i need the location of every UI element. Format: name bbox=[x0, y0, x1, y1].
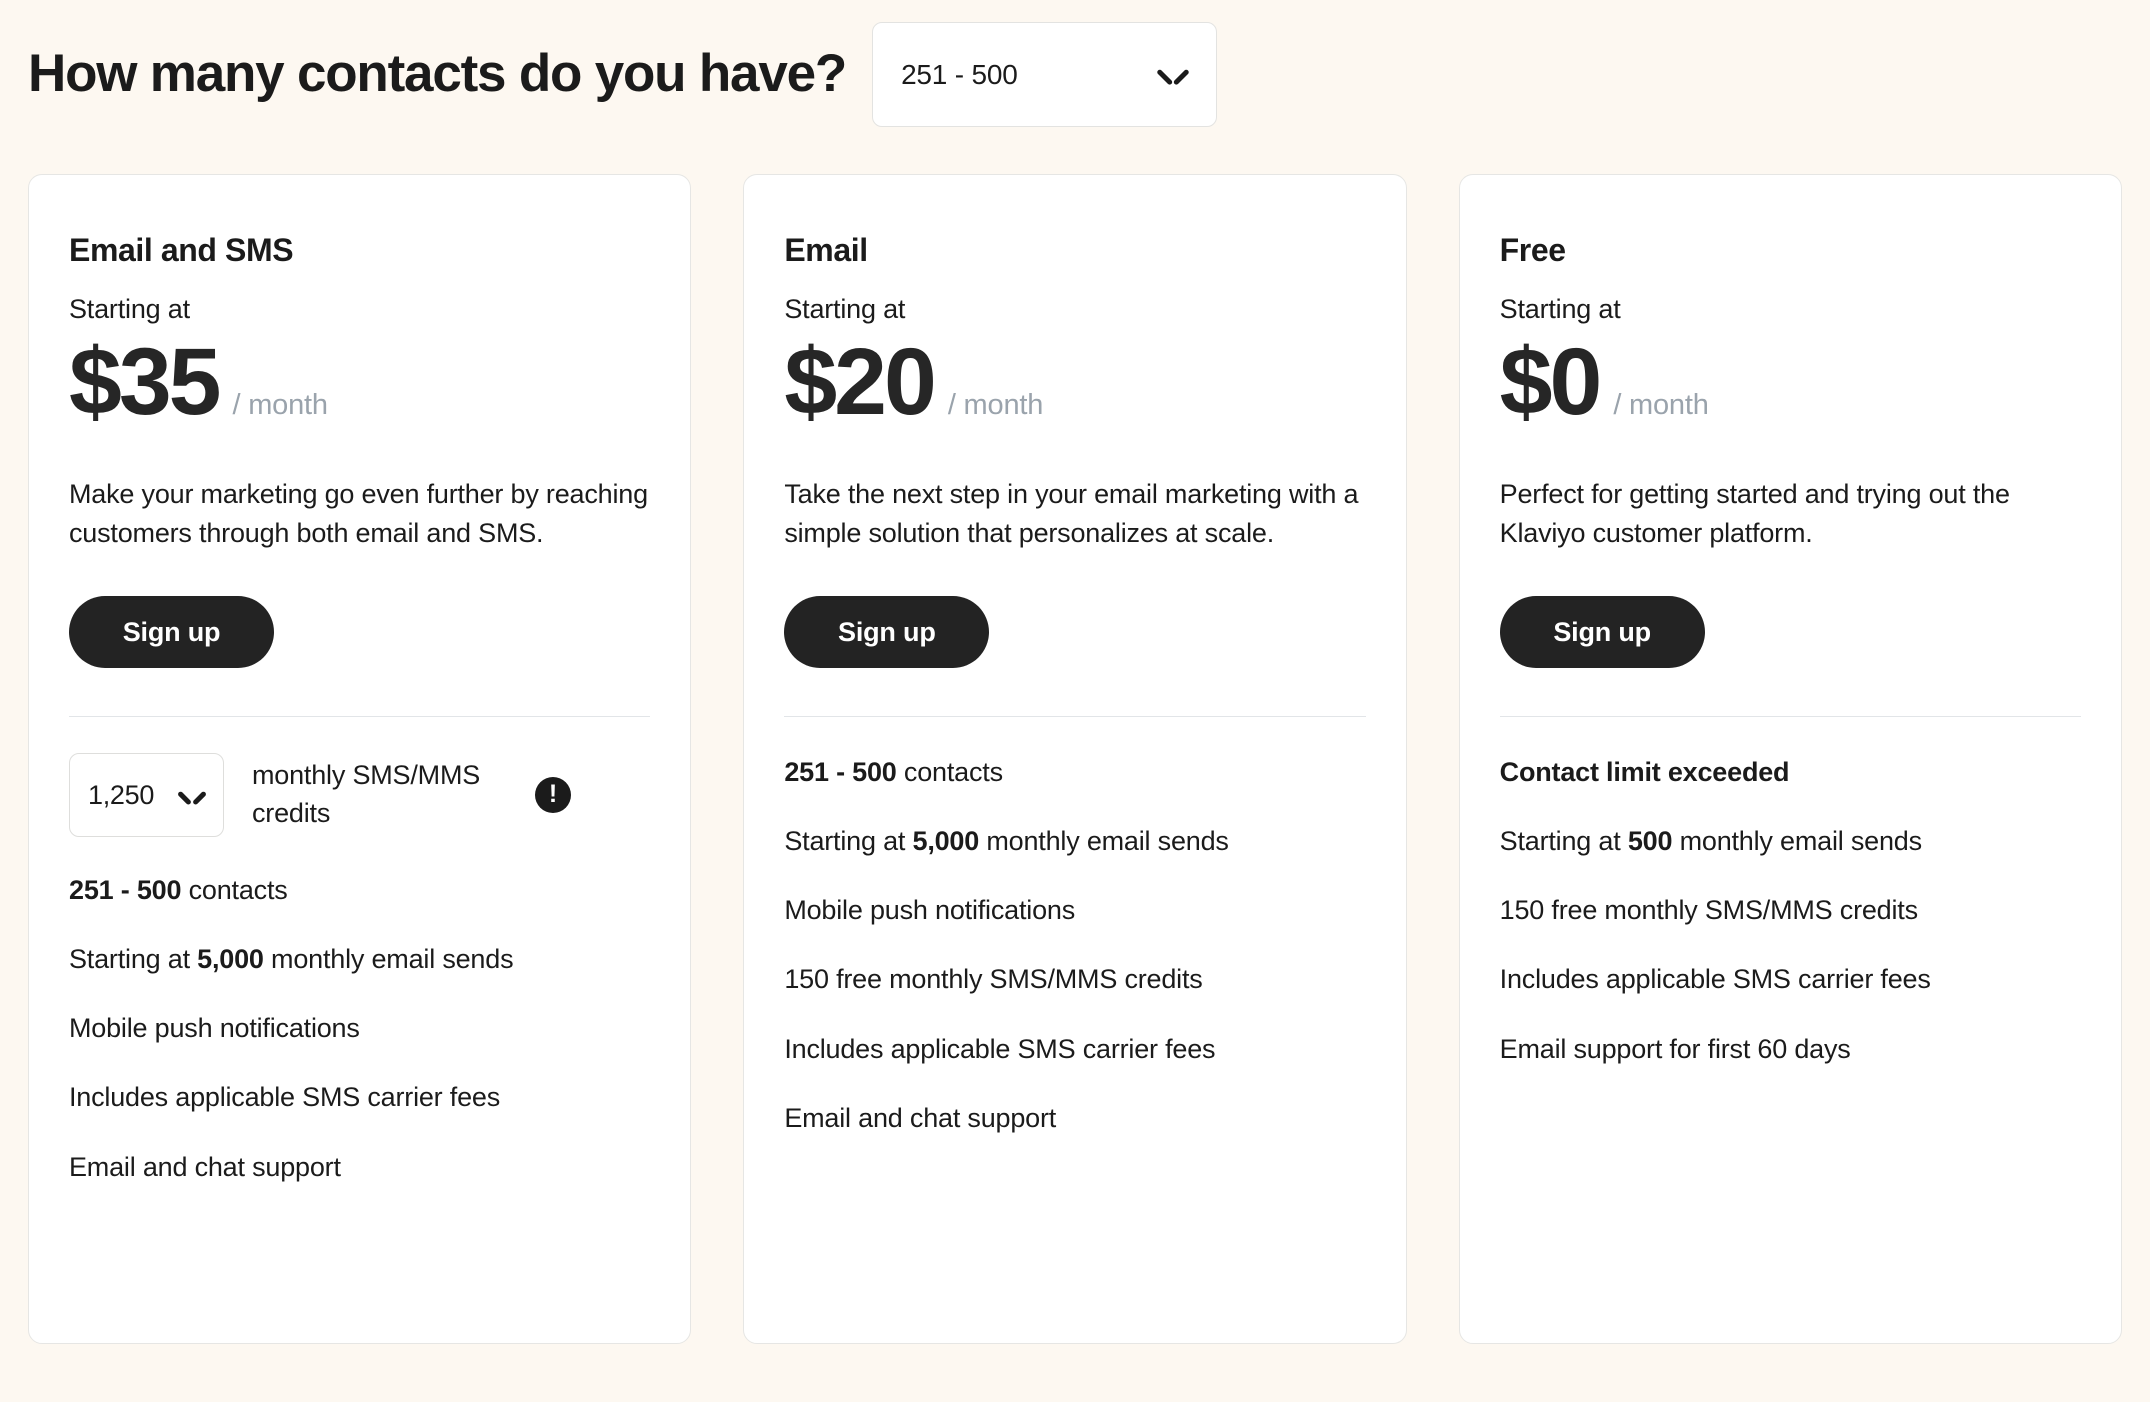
sms-credits-row: 1,250 monthly SMS/MMS credits! bbox=[69, 753, 650, 838]
exclamation-circle-icon[interactable]: ! bbox=[535, 777, 571, 814]
sms-credits-label: monthly SMS/MMS credits bbox=[252, 760, 481, 829]
plan-description: Perfect for getting started and trying o… bbox=[1499, 478, 2010, 549]
chevron-down-icon bbox=[179, 788, 205, 803]
feature-text-prefix: Starting at bbox=[1499, 826, 1628, 857]
plan-price-period: / month bbox=[232, 389, 329, 421]
contacts-range-value: 251 - 500 bbox=[901, 58, 1018, 90]
feature-list: 251 - 500 contacts Starting at 5,000 mont… bbox=[784, 755, 1365, 1136]
card-divider bbox=[784, 716, 1366, 718]
feature-item: Email and chat support bbox=[69, 1151, 341, 1182]
feature-list: 251 - 500 contacts Starting at 5,000 mont… bbox=[69, 873, 650, 1184]
contacts-range-select[interactable]: 251 - 500 bbox=[872, 22, 1218, 127]
feature-item: 251 - 500 contacts bbox=[784, 755, 1365, 790]
sign-up-button[interactable]: Sign up bbox=[1499, 596, 1705, 669]
feature-item: Includes applicable SMS carrier fees bbox=[784, 1033, 1216, 1064]
plan-name: Email bbox=[784, 232, 868, 268]
starting-at-label: Starting at bbox=[784, 294, 906, 324]
price-row: $20 / month bbox=[784, 329, 1365, 435]
feature-item: Email support for first 60 days bbox=[1499, 1033, 1851, 1064]
pricing-card: Email and SMS Starting at $35 / month Make y… bbox=[28, 174, 692, 1344]
feature-item: Starting at 5,000 monthly email sends bbox=[69, 942, 650, 977]
feature-item: Mobile push notifications bbox=[69, 1013, 360, 1044]
price-row: $0 / month bbox=[1499, 329, 2081, 435]
plan-price: $35 bbox=[69, 329, 222, 435]
plan-description: Make your marketing go even further by r… bbox=[69, 478, 648, 549]
plan-price-period: / month bbox=[947, 389, 1044, 421]
plan-price: $0 bbox=[1499, 329, 1603, 435]
feature-emphasis: 500 bbox=[1627, 826, 1673, 857]
feature-item: Starting at 5,000 monthly email sends bbox=[784, 824, 1365, 859]
feature-text: monthly email sends bbox=[1672, 826, 1923, 857]
feature-emphasis: Contact limit exceeded bbox=[1499, 757, 1790, 788]
page-header: How many contacts do you have? 251 - 500 bbox=[0, 0, 2150, 127]
plan-price-period: / month bbox=[1613, 389, 1709, 421]
feature-text-prefix: Starting at bbox=[784, 826, 913, 857]
feature-text: contacts bbox=[181, 875, 288, 906]
feature-emphasis: 251 - 500 bbox=[69, 875, 182, 906]
feature-emphasis: 5,000 bbox=[197, 944, 264, 975]
starting-at-label: Starting at bbox=[1499, 294, 1621, 324]
card-divider bbox=[1499, 716, 2081, 718]
pricing-cards: Email and SMS Starting at $35 / month Make y… bbox=[0, 127, 2150, 1344]
feature-item: Includes applicable SMS carrier fees bbox=[69, 1082, 501, 1113]
feature-text: monthly email sends bbox=[263, 944, 514, 975]
feature-text: monthly email sends bbox=[979, 826, 1229, 857]
feature-text-prefix: Starting at bbox=[69, 944, 198, 975]
plan-description: Take the next step in your email marketi… bbox=[784, 478, 1359, 549]
sign-up-button[interactable]: Sign up bbox=[784, 596, 990, 669]
feature-item: 150 free monthly SMS/MMS credits bbox=[784, 964, 1203, 995]
page-title: How many contacts do you have? bbox=[28, 44, 847, 104]
starting-at-label: Starting at bbox=[69, 294, 190, 324]
card-divider bbox=[69, 716, 651, 718]
pricing-page: How many contacts do you have? 251 - 500… bbox=[0, 0, 2150, 1402]
feature-emphasis: 251 - 500 bbox=[784, 757, 897, 788]
feature-item: Includes applicable SMS carrier fees bbox=[1499, 964, 1931, 995]
chevron-down-icon bbox=[1158, 66, 1188, 84]
feature-item: Email and chat support bbox=[784, 1102, 1057, 1133]
feature-item: 251 - 500 contacts bbox=[69, 873, 650, 908]
pricing-card: Email Starting at $20 / month Take the next … bbox=[743, 174, 1407, 1344]
sms-credits-select[interactable]: 1,250 bbox=[69, 753, 224, 838]
feature-emphasis: 5,000 bbox=[912, 826, 980, 857]
feature-item: Starting at 500 monthly email sends bbox=[1500, 824, 2081, 859]
feature-item: Mobile push notifications bbox=[784, 895, 1075, 926]
plan-name: Email and SMS bbox=[69, 232, 294, 268]
sms-credits-value: 1,250 bbox=[88, 779, 155, 810]
price-row: $35 / month bbox=[69, 329, 650, 435]
pricing-card: Free Starting at $0 / month Perfect for gett… bbox=[1458, 174, 2122, 1344]
plan-price: $20 bbox=[784, 329, 937, 435]
plan-name: Free bbox=[1499, 232, 1566, 268]
feature-text: contacts bbox=[896, 757, 1003, 788]
feature-item: 150 free monthly SMS/MMS credits bbox=[1499, 895, 1918, 926]
feature-list: Contact limit exceeded Starting at 500 mo… bbox=[1500, 755, 2081, 1066]
sign-up-button[interactable]: Sign up bbox=[69, 596, 274, 669]
feature-item: Contact limit exceeded bbox=[1500, 755, 2081, 790]
